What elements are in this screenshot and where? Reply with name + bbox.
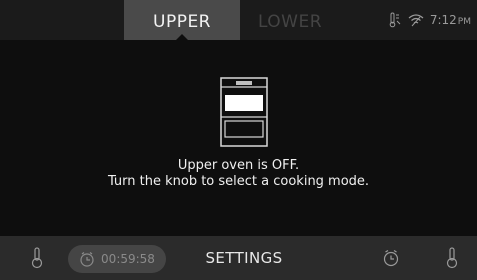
settings-label: SETTINGS xyxy=(205,249,283,267)
bottom-bar: 00:59:58 SETTINGS xyxy=(0,236,477,280)
timer-value: 00:59:58 xyxy=(101,252,155,266)
message-line-2: Turn the knob to select a cooking mode. xyxy=(107,174,370,189)
kitchen-timer[interactable]: 00:59:58 xyxy=(68,245,166,273)
thermometer-probe-icon xyxy=(389,12,401,28)
probe-button-left[interactable] xyxy=(22,236,52,280)
tab-upper[interactable]: UPPER xyxy=(124,0,240,41)
tab-upper-label: UPPER xyxy=(153,12,211,32)
oven-control-screen: UPPER LOWER 7:12PM Upper oven is OFF. Tu… xyxy=(0,0,477,280)
clock-time: 7:12PM xyxy=(429,13,471,27)
timer-icon xyxy=(80,252,94,267)
tab-lower-label: LOWER xyxy=(257,12,323,32)
message-line-1: Upper oven is OFF. xyxy=(177,158,300,173)
wifi-icon xyxy=(408,14,424,27)
top-bar: UPPER LOWER 7:12PM xyxy=(0,0,477,41)
probe-button-right[interactable] xyxy=(437,236,467,280)
alarm-clock-icon xyxy=(383,249,399,267)
probe-icon xyxy=(446,247,458,269)
active-tab-indicator xyxy=(175,34,189,41)
alarm-button[interactable] xyxy=(376,236,406,280)
status-area: 7:12PM xyxy=(388,0,471,40)
oven-icon xyxy=(220,77,268,147)
settings-button[interactable]: SETTINGS xyxy=(196,236,292,280)
status-message: Upper oven is OFF. Turn the knob to sele… xyxy=(0,158,477,190)
probe-icon xyxy=(31,247,43,269)
tab-lower[interactable]: LOWER xyxy=(240,0,340,40)
